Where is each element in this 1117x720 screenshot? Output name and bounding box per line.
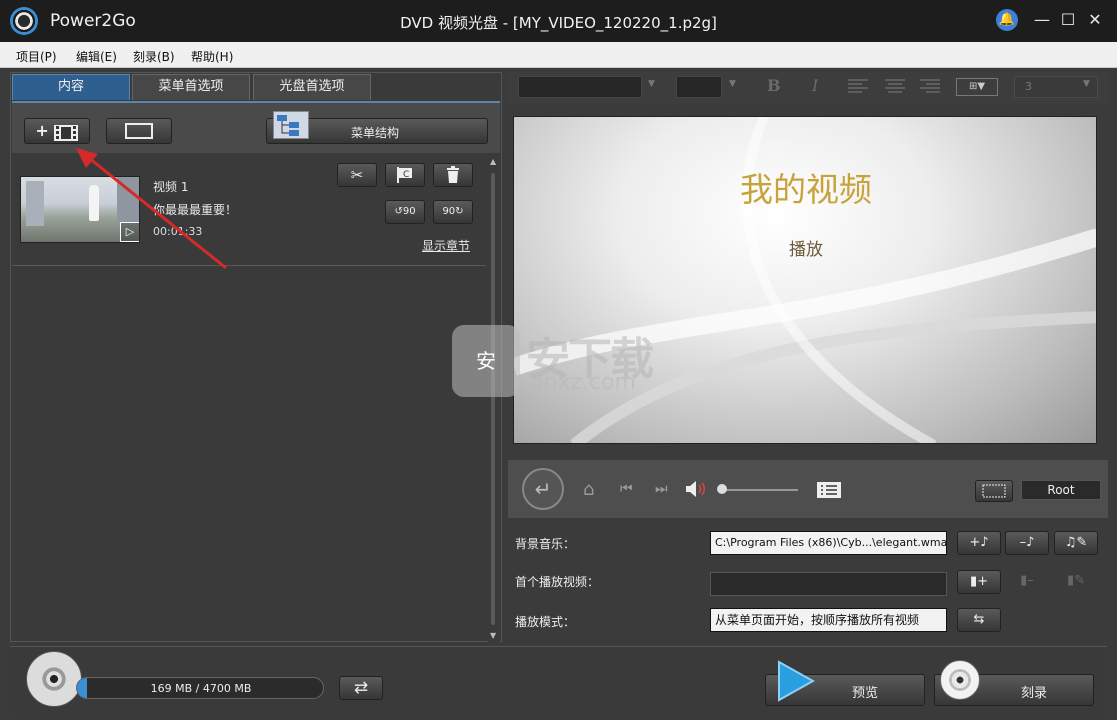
safe-zone-button[interactable] (975, 480, 1013, 502)
player-controls (508, 460, 1108, 518)
bold-button[interactable]: B (767, 76, 781, 95)
remove-film-icon: ▮– (1020, 573, 1034, 588)
play-mode-field[interactable]: 从菜单页面开始，按顺序播放所有视频 (710, 608, 947, 632)
edit-film-icon: ▮✎ (1066, 573, 1086, 588)
safe-zone-icon (982, 484, 1006, 498)
plus-icon: + (35, 121, 49, 140)
close-icon[interactable]: ✕ (1083, 8, 1107, 32)
capacity-text: 169 MB / 4700 MB (150, 682, 252, 695)
next-icon[interactable]: ⏭ (655, 481, 668, 497)
menu-help[interactable]: 帮助(H) (191, 48, 233, 65)
maximize-icon[interactable]: ☐ (1056, 8, 1080, 32)
page-dropdown-icon[interactable]: ▼ (1083, 79, 1090, 89)
volume-icon[interactable] (685, 480, 707, 498)
edit-music-button[interactable]: ♫✎ (1054, 531, 1098, 555)
preview-title[interactable]: 我的视频 (514, 163, 1096, 211)
scrollbar-thumb[interactable] (491, 173, 495, 625)
play-mode-button[interactable]: ⇆ (957, 608, 1001, 632)
disc-icon (26, 651, 82, 707)
add-music-icon: +♪ (969, 535, 989, 550)
rotate-left-icon: ↺90 (394, 206, 416, 217)
delete-button[interactable] (433, 163, 473, 187)
tab-content[interactable]: 内容 (12, 74, 130, 100)
swap-arrows-icon: ⇆ (973, 612, 985, 627)
minimize-icon[interactable]: — (1030, 8, 1054, 32)
list-scrollbar[interactable]: ▲ ▼ (488, 155, 500, 642)
font-size-dropdown-icon[interactable]: ▼ (729, 79, 736, 89)
chapter-flag-icon: C (397, 167, 412, 183)
layout-dropdown-button[interactable]: ⊞▼ (956, 78, 998, 96)
chapter-list-icon[interactable] (816, 481, 842, 499)
trim-button[interactable]: ✂ (337, 163, 377, 187)
remove-first-play-button[interactable]: ▮– (1005, 570, 1049, 594)
font-select[interactable] (518, 76, 642, 98)
align-left-icon[interactable] (848, 79, 868, 93)
play-triangle-icon (778, 660, 815, 702)
edit-first-play-button[interactable]: ▮✎ (1054, 570, 1098, 594)
menu-structure-icon (273, 111, 309, 139)
volume-slider[interactable] (720, 489, 798, 491)
font-dropdown-icon[interactable]: ▼ (648, 79, 655, 89)
window-title: DVD 视频光盘 - [MY_VIDEO_120220_1.p2g] (400, 14, 717, 32)
capacity-bar: 169 MB / 4700 MB (76, 677, 324, 699)
burn-disc-icon (940, 660, 980, 700)
tab-menu-preferences[interactable]: 菜单首选项 (132, 74, 250, 100)
preview-label: 预览 (852, 686, 879, 701)
annotation-arrow (76, 148, 227, 270)
swap-icon: ⇄ (353, 678, 369, 698)
watermark-url: anxz.com (530, 370, 636, 395)
align-right-icon[interactable] (920, 79, 940, 93)
menu-level-label: Root (1021, 480, 1101, 500)
preview-play-button[interactable]: 播放 (514, 235, 1096, 260)
align-center-icon[interactable] (885, 79, 905, 93)
svg-text:C: C (403, 170, 409, 180)
add-film-icon: ▮+ (969, 574, 989, 589)
menu-burn[interactable]: 刻录(B) (133, 48, 175, 65)
trash-icon (447, 166, 459, 183)
watermark-shield-icon: 安 (452, 325, 520, 397)
rotate-right-button[interactable]: 90↻ (433, 200, 473, 224)
menu-structure-label: 菜单结构 (351, 126, 400, 140)
bg-music-label: 背景音乐： (515, 537, 576, 551)
previous-icon[interactable]: ⏮ (620, 481, 633, 497)
notification-icon[interactable]: 🔔 (996, 9, 1018, 31)
screen-icon (125, 123, 153, 139)
scroll-up-icon[interactable]: ▲ (490, 157, 496, 166)
scissors-icon: ✂ (350, 166, 364, 184)
first-play-field[interactable] (710, 572, 947, 596)
rotate-left-label: 90 (402, 206, 416, 217)
play-mode-label: 播放模式： (515, 615, 576, 629)
burn-label: 刻录 (1021, 686, 1048, 701)
return-icon[interactable]: ↵ (522, 468, 564, 510)
rotate-left-button[interactable]: ↺90 (385, 200, 425, 224)
scroll-down-icon[interactable]: ▼ (490, 631, 496, 640)
remove-music-button[interactable]: –♪ (1005, 531, 1049, 555)
rotate-right-icon: 90↻ (442, 206, 464, 217)
tab-disc-preferences[interactable]: 光盘首选项 (253, 74, 371, 100)
show-chapters-link[interactable]: 显示章节 (422, 237, 470, 254)
film-icon (53, 124, 78, 141)
edit-music-icon: ♫✎ (1064, 535, 1088, 550)
chapter-button[interactable]: C (385, 163, 425, 187)
home-icon[interactable]: ⌂ (583, 479, 594, 500)
grid-layout-icon: ⊞ (968, 81, 978, 92)
first-play-label: 首个播放视频： (515, 575, 600, 589)
bg-music-field[interactable]: C:\Program Files (x86)\Cyb...\elegant.wm… (710, 531, 947, 555)
volume-slider-handle[interactable] (717, 484, 727, 494)
italic-button[interactable]: I (812, 76, 818, 95)
menu-project[interactable]: 项目(P) (16, 48, 57, 65)
remove-music-icon: –♪ (1019, 535, 1035, 550)
add-first-play-button[interactable]: ▮+ (957, 570, 1001, 594)
menu-edit[interactable]: 编辑(E) (76, 48, 117, 65)
rotate-right-label: 90 (442, 206, 456, 217)
font-size-select[interactable] (676, 76, 722, 98)
switch-disc-button[interactable]: ⇄ (339, 676, 383, 700)
add-music-button[interactable]: +♪ (957, 531, 1001, 555)
